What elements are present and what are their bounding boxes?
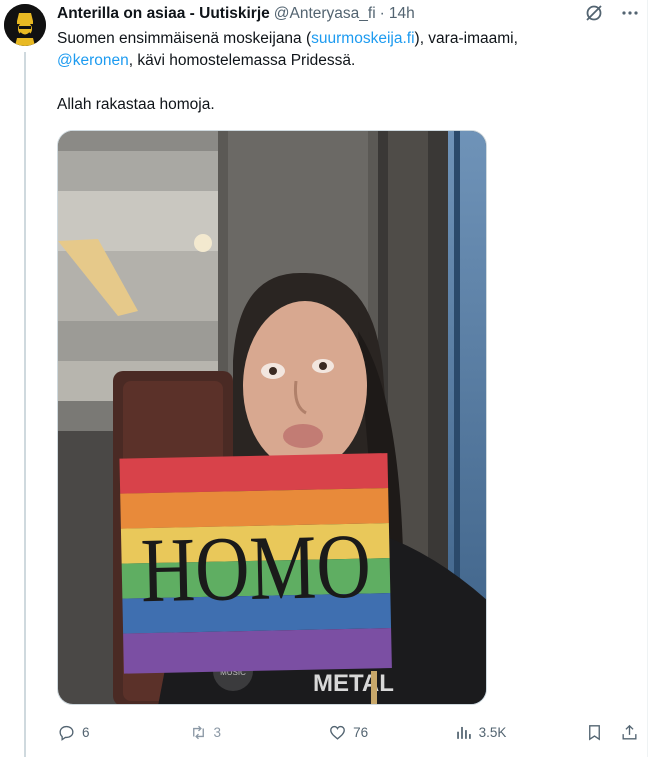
tweet-text-line-2: @keronen, kävi homostelemassa Pridessä. — [57, 50, 617, 72]
like-button[interactable]: 76 — [328, 723, 454, 742]
views-icon — [456, 726, 471, 739]
reply-icon — [59, 725, 74, 741]
link-suurmoskeija[interactable]: suurmoskeija.fi — [311, 30, 414, 47]
tweet-text-line-1: Suomen ensimmäisenä moskeijana (suurmosk… — [57, 28, 617, 50]
share-icon — [622, 724, 637, 740]
bookmark-button[interactable] — [585, 723, 615, 742]
photo-illustration: MUSIC METAL HOMO — [58, 131, 486, 704]
avatar-logo-icon — [4, 4, 46, 46]
header-actions — [584, 3, 640, 23]
header-separator: · — [379, 5, 385, 22]
views-count: 3.5K — [478, 724, 507, 740]
reply-count: 6 — [82, 724, 90, 740]
retweet-icon — [192, 725, 204, 739]
retweet-button[interactable]: 3 — [189, 723, 329, 742]
reply-button[interactable]: 6 — [57, 723, 189, 742]
grok-icon[interactable] — [584, 3, 604, 23]
text-segment: Suomen ensimmäisenä moskeijana ( — [57, 30, 312, 47]
flag-text: HOMO — [140, 514, 372, 621]
tweet-text-line-3: Allah rakastaa homoja. — [57, 96, 215, 113]
action-bar: 6 3 76 3.5K — [57, 718, 642, 746]
tweet-header: Anterilla on asiaa - Uutiskirje @Anterya… — [57, 4, 578, 24]
tweet-photo[interactable]: MUSIC METAL HOMO — [57, 130, 487, 705]
like-icon — [330, 725, 345, 740]
bookmark-icon — [589, 724, 601, 740]
more-icon[interactable] — [620, 3, 640, 23]
text-segment: ), vara-imaami, — [414, 30, 518, 47]
rainbow-flag: HOMO — [119, 453, 392, 674]
views-button[interactable]: 3.5K — [454, 723, 586, 742]
text-segment: , kävi homostelemassa Pridessä. — [128, 52, 356, 69]
avatar[interactable] — [4, 4, 46, 46]
author-display-name[interactable]: Anterilla on asiaa - Uutiskirje — [57, 5, 270, 23]
shirt-text: METAL — [313, 670, 394, 697]
retweet-count: 3 — [213, 724, 222, 740]
thread-line — [24, 52, 26, 757]
tweet-timestamp[interactable]: 14h — [389, 5, 415, 23]
share-button[interactable] — [620, 723, 642, 742]
tweet-text: Suomen ensimmäisenä moskeijana (suurmosk… — [57, 28, 617, 116]
like-count: 76 — [353, 724, 369, 740]
author-handle[interactable]: @Anteryasa_fi — [274, 5, 376, 23]
mention-keronen[interactable]: @keronen — [57, 52, 129, 69]
